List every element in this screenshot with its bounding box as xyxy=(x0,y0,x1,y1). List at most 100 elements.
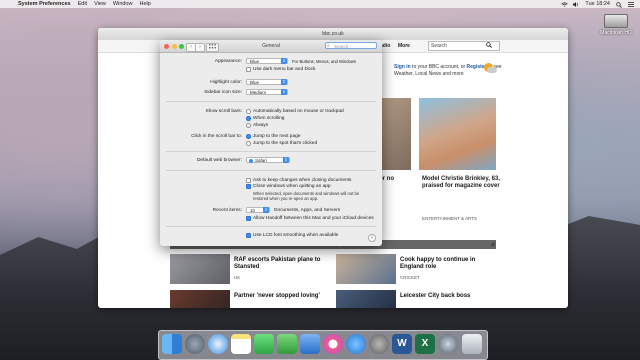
launchpad-icon[interactable] xyxy=(185,334,205,354)
close-windows-note: When selected, open documents and window… xyxy=(253,191,360,201)
wifi-icon[interactable] xyxy=(561,1,569,7)
separator xyxy=(166,226,376,227)
highlight-value: Blue xyxy=(250,80,260,85)
chevron-updown-icon: ⇕ xyxy=(283,157,289,163)
numbers-icon[interactable] xyxy=(277,334,297,354)
appearance-value: Blue xyxy=(250,59,260,64)
appearance-note: For Buttons, Menus, and Windows xyxy=(292,59,357,64)
search-icon: ⌕ xyxy=(327,42,330,49)
news-title[interactable]: Cook happy to continue in England role xyxy=(400,257,496,271)
chevron-updown-icon: ⇕ xyxy=(281,58,287,64)
click-scroll-label: Click in the scroll bar to: xyxy=(191,134,242,139)
menu-help[interactable]: Help xyxy=(139,1,150,7)
story-image-2[interactable] xyxy=(419,98,496,170)
spotlight-icon[interactable] xyxy=(616,1,622,8)
notes-icon[interactable] xyxy=(231,334,251,354)
jump-next-page-label: Jump to the next page xyxy=(253,134,301,139)
disk-label: Macintosh HD xyxy=(600,30,632,36)
lcd-smoothing-checkbox[interactable] xyxy=(246,233,251,238)
scroll-when-scrolling-label: When scrolling xyxy=(253,116,285,121)
menu-edit[interactable]: Edit xyxy=(78,1,87,7)
itunes-icon[interactable] xyxy=(323,334,343,354)
prefs-titlebar: ‹ › General Search ⌕ xyxy=(160,40,382,53)
quicktime-icon[interactable] xyxy=(438,334,458,354)
ask-keep-changes-label: Ask to keep changes when closing documen… xyxy=(253,178,352,183)
news-title[interactable]: RAF escorts Pakistan plane to Stansted xyxy=(234,257,330,271)
keynote-icon[interactable] xyxy=(300,334,320,354)
prefs-search-input[interactable]: Search xyxy=(325,42,377,49)
scroll-always-label: Always xyxy=(253,123,269,128)
scroll-always-radio[interactable] xyxy=(246,123,251,128)
safari-icon[interactable] xyxy=(208,334,228,354)
list-item[interactable]: Partner 'never stopped loving' xyxy=(170,290,336,308)
default-browser-value: Safari xyxy=(255,158,267,163)
menu-bar: System Preferences Edit View Window Help… xyxy=(0,0,640,8)
signin-link[interactable]: Sign in xyxy=(394,64,411,70)
lcd-smoothing-label: Use LCD font smoothing when available xyxy=(253,233,339,238)
jump-next-page-radio[interactable] xyxy=(246,134,251,139)
scroll-when-scrolling-radio[interactable] xyxy=(246,116,251,121)
search-icon[interactable] xyxy=(486,42,492,50)
list-item[interactable]: RAF escorts Pakistan plane to Stansted U… xyxy=(170,254,336,284)
handoff-checkbox[interactable] xyxy=(246,216,251,221)
jump-spot-radio[interactable] xyxy=(246,141,251,146)
news-thumb xyxy=(336,254,396,284)
news-title[interactable]: Leicester City back boss xyxy=(400,293,496,300)
story-title-2[interactable]: Model Christie Brinkley, 63, praised for… xyxy=(422,176,502,190)
separator xyxy=(166,170,376,171)
news-title[interactable]: Partner 'never stopped loving' xyxy=(234,293,330,300)
default-browser-popup[interactable]: Safari ⇕ xyxy=(246,157,290,163)
list-item[interactable]: Leicester City back boss xyxy=(336,290,502,308)
scroll-auto-label: Automatically based on mouse or trackpad xyxy=(253,109,344,114)
story-tag-2[interactable]: ENTERTAINMENT & ARTS xyxy=(422,216,477,221)
news-tag[interactable]: CRICKET xyxy=(400,275,420,280)
ask-keep-changes-checkbox[interactable] xyxy=(246,178,251,183)
notification-center-icon[interactable] xyxy=(628,1,634,7)
hard-disk-icon xyxy=(604,14,628,28)
appearance-label: Appearance: xyxy=(214,59,242,64)
handoff-label: Allow Handoff between this Mac and your … xyxy=(253,216,374,221)
macintosh-hd-icon[interactable]: Macintosh HD xyxy=(598,14,634,36)
news-thumb xyxy=(170,290,230,308)
appearance-popup[interactable]: Blue ⇕ xyxy=(246,58,288,64)
excel-icon[interactable]: X xyxy=(415,334,435,354)
address-bar[interactable]: bbc.co.uk xyxy=(322,31,343,37)
recent-items-note: Documents, Apps, and Servers xyxy=(274,208,341,213)
close-windows-label: Close windows when quitting an app xyxy=(253,184,331,189)
dark-menu-label: Use dark menu bar and Dock xyxy=(253,67,316,72)
close-icon[interactable]: ✕ xyxy=(490,241,496,249)
chevron-updown-icon: ⇕ xyxy=(281,79,287,85)
news-thumb xyxy=(170,254,230,284)
news-thumb xyxy=(336,290,396,308)
sidebar-size-label: Sidebar icon size: xyxy=(204,90,242,95)
menu-window[interactable]: Window xyxy=(113,1,133,7)
volume-icon[interactable] xyxy=(573,1,579,7)
weather-icon xyxy=(482,63,497,75)
jump-spot-label: Jump to the spot that's clicked xyxy=(253,141,318,146)
help-button[interactable]: ? xyxy=(368,234,376,242)
finder-icon[interactable] xyxy=(162,334,182,354)
sidebar-size-value: Medium xyxy=(250,90,267,95)
trash-icon[interactable] xyxy=(462,334,482,354)
messages-icon[interactable] xyxy=(254,334,274,354)
system-preferences-icon[interactable] xyxy=(369,334,389,354)
clock[interactable]: Tue 18:24 xyxy=(585,1,610,7)
sidebar-size-popup[interactable]: Medium ⇕ xyxy=(246,89,288,95)
scroll-auto-radio[interactable] xyxy=(246,109,251,114)
dark-menu-checkbox[interactable] xyxy=(246,67,251,72)
default-browser-label: Default web browser: xyxy=(196,158,242,163)
nav-more-link[interactable]: More xyxy=(398,43,410,49)
signin-text: to your BBC account, or xyxy=(410,64,467,70)
menu-view[interactable]: View xyxy=(94,1,106,7)
separator xyxy=(166,151,376,152)
menu-app-name[interactable]: System Preferences xyxy=(18,1,71,7)
highlight-popup[interactable]: Blue ⇕ xyxy=(246,79,288,85)
app-store-icon[interactable] xyxy=(346,334,366,354)
word-icon[interactable]: W xyxy=(392,334,412,354)
recent-items-popup[interactable]: 10 ⇕ xyxy=(246,207,270,213)
news-tag[interactable]: UK xyxy=(234,275,240,280)
dock: W X xyxy=(158,330,488,360)
list-item[interactable]: Cook happy to continue in England role C… xyxy=(336,254,502,284)
close-windows-checkbox[interactable] xyxy=(246,184,251,189)
highlight-label: Highlight color: xyxy=(210,80,242,85)
